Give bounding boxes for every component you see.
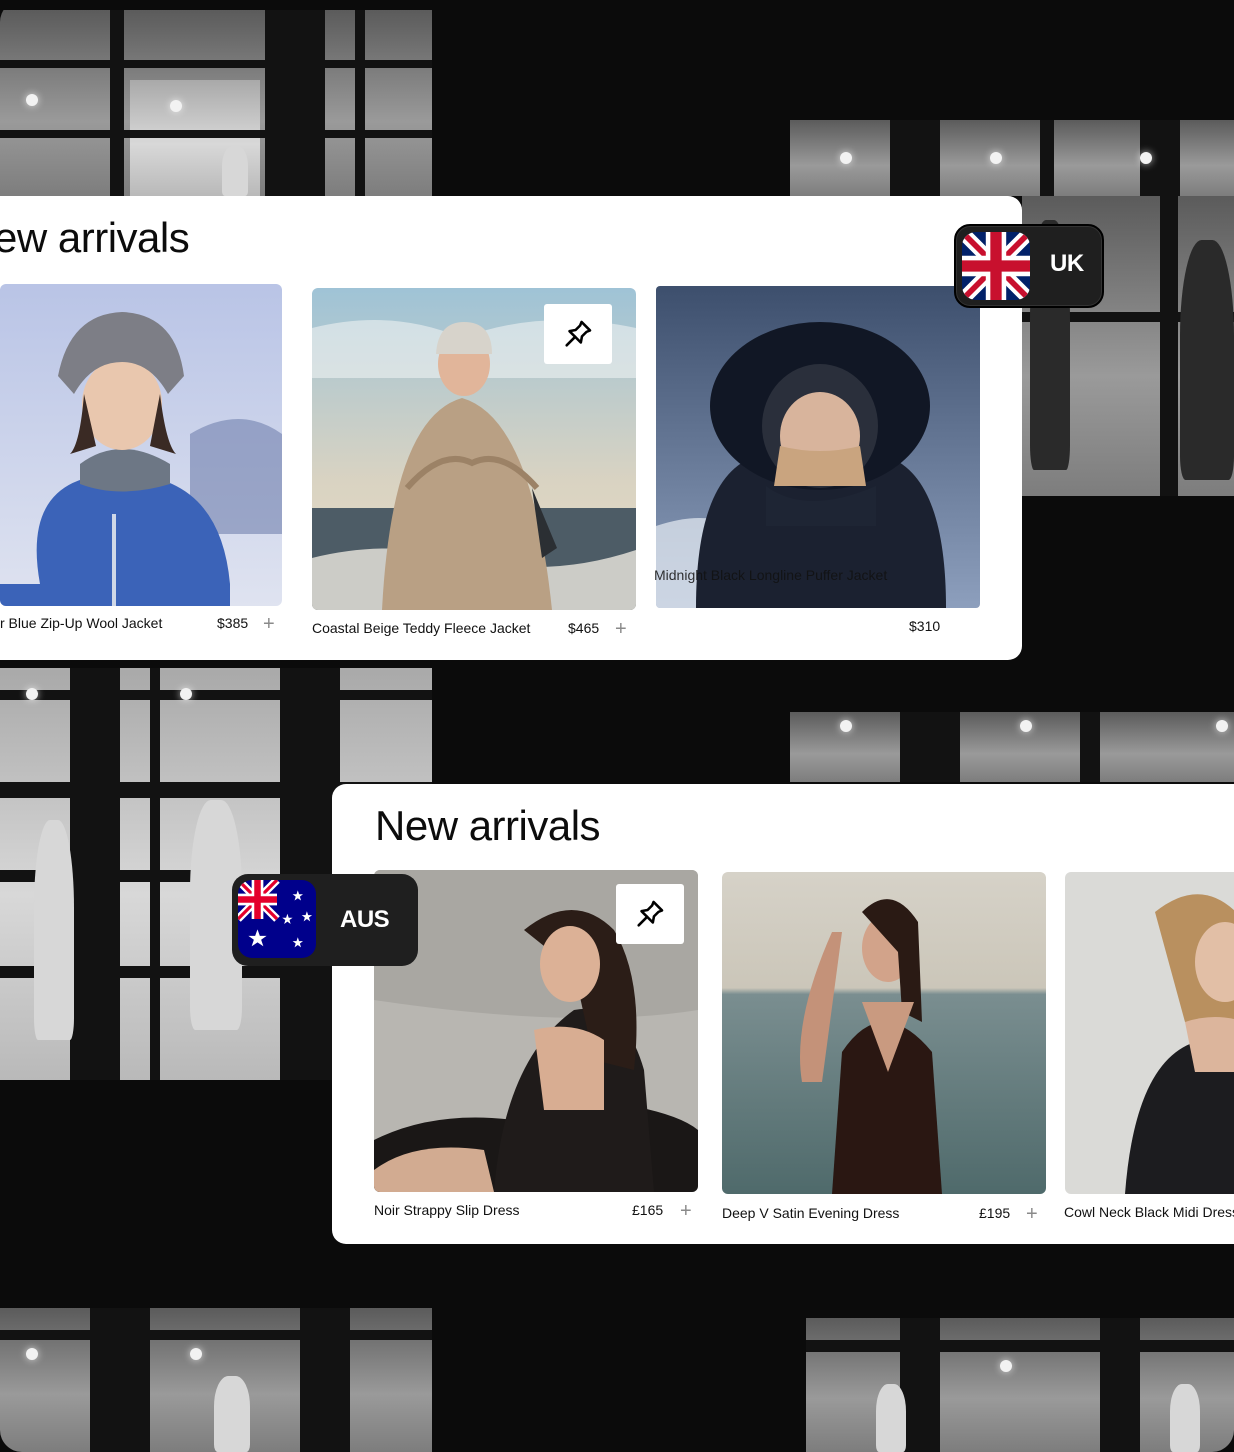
add-to-cart-button[interactable]: + [680, 1200, 692, 1222]
product-name[interactable]: Midnight Black Longline Puffer Jacket [654, 567, 887, 583]
region-label: UK [1050, 250, 1084, 277]
australia-flag-icon [238, 880, 316, 958]
region-label: AUS [340, 906, 390, 933]
pin-icon [565, 320, 592, 347]
region-switch-aus[interactable]: AUS [232, 874, 418, 966]
section-title: ew arrivals [0, 214, 190, 261]
product-price: $310 [909, 618, 941, 634]
product-image[interactable] [656, 286, 980, 608]
product-price: £165 [632, 1202, 664, 1218]
product-name[interactable]: Deep V Satin Evening Dress [722, 1205, 899, 1221]
product-price: £195 [979, 1205, 1011, 1221]
product-name[interactable]: Coastal Beige Teddy Fleece Jacket [312, 620, 530, 636]
section-title: New arrivals [375, 802, 601, 849]
add-to-cart-button[interactable]: + [615, 618, 627, 640]
plus-icon: + [615, 618, 627, 640]
product-image[interactable] [312, 288, 636, 610]
plus-icon: + [263, 613, 275, 635]
product-image[interactable] [374, 870, 698, 1192]
plus-icon: + [680, 1200, 692, 1222]
pin-button[interactable] [616, 884, 684, 944]
product-name[interactable]: Cowl Neck Black Midi Dress [1064, 1204, 1234, 1220]
add-to-cart-button[interactable]: + [263, 613, 275, 635]
product-image[interactable] [722, 872, 1046, 1194]
plus-icon: + [1026, 1203, 1038, 1225]
pin-icon [637, 900, 664, 927]
new-arrivals-card-uk: ew arrivals r Blue Zip-Up Wool Jacket $3… [0, 196, 1022, 660]
product-image[interactable] [0, 284, 282, 606]
shop-window [790, 712, 1234, 782]
product-price: $385 [217, 615, 249, 631]
product-price: $465 [568, 620, 600, 636]
region-switch-uk[interactable]: UK [954, 224, 1104, 308]
uk-flag-icon [962, 232, 1030, 300]
product-name[interactable]: r Blue Zip-Up Wool Jacket [0, 615, 162, 631]
product-image[interactable] [1065, 872, 1234, 1194]
product-name[interactable]: Noir Strappy Slip Dress [374, 1202, 520, 1218]
add-to-cart-button[interactable]: + [1026, 1203, 1038, 1225]
new-arrivals-card-aus: New arrivals Noir Strappy Slip Dress £16… [332, 784, 1234, 1244]
pin-button[interactable] [544, 304, 612, 364]
